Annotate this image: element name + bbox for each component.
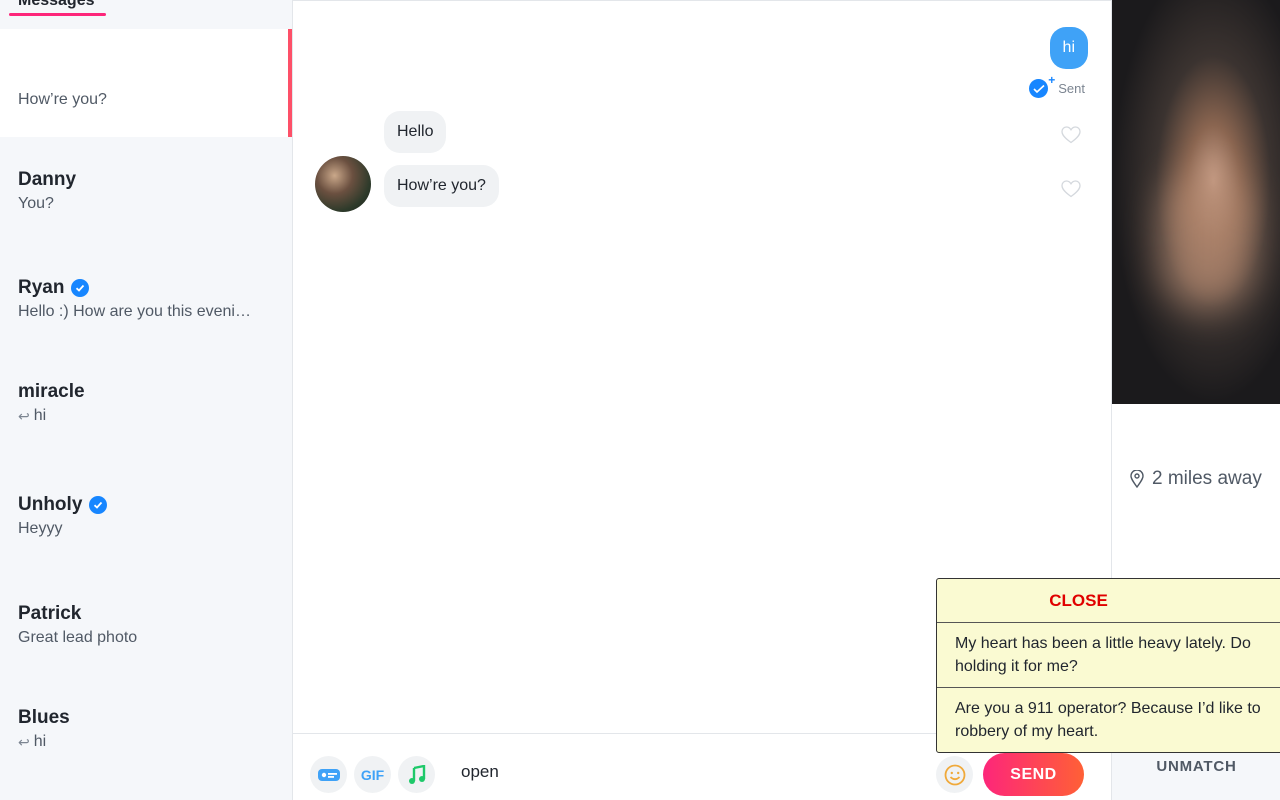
conversation-preview: Heyyy [18, 520, 63, 537]
conversation-name: Danny [18, 169, 77, 190]
message-input[interactable] [461, 762, 921, 782]
distance-text: 2 miles away [1152, 468, 1262, 489]
popup-close-button[interactable]: CLOSE [937, 579, 1280, 623]
conversation-preview: Great lead photo [18, 629, 138, 646]
suggestion-line: holding it for me? [955, 658, 1078, 675]
conversation-name: Blues [18, 707, 70, 728]
like-heart-icon[interactable] [1061, 126, 1081, 144]
match-list-sidebar: Messages How’re you? Danny You? Ryan Hel… [0, 0, 293, 800]
message-bubble-sent: hi [1049, 27, 1088, 69]
suggestions-popup: CLOSE My heart has been a little heavy l… [936, 578, 1280, 753]
conversation-item-unholy[interactable]: Unholy Heyyy [0, 494, 292, 538]
photo-subject [1162, 170, 1252, 310]
message-bubble-received: How’re you? [384, 165, 499, 207]
conversation-preview: ↩ hi [18, 407, 47, 424]
send-button[interactable]: SEND [983, 753, 1084, 796]
sent-check-icon: + [1029, 73, 1055, 98]
profile-distance: 2 miles away [1130, 468, 1262, 490]
conversation-name: Patrick [18, 603, 82, 624]
bitmoji-button[interactable] [310, 756, 347, 793]
location-pin-icon [1130, 470, 1144, 488]
conversation-item-ryan[interactable]: Ryan Hello :) How are you this eveni… [0, 277, 292, 321]
conversation-item-patrick[interactable]: Patrick Great lead photo [0, 603, 292, 647]
music-note-icon [408, 764, 425, 784]
verified-badge-icon [89, 496, 108, 514]
verified-badge-icon [71, 279, 90, 297]
sent-label: Sent [1058, 81, 1085, 96]
conversation-name: Ryan [18, 277, 292, 299]
tab-messages[interactable]: Messages [18, 0, 95, 10]
conversation-item-blues[interactable]: Blues ↩ hi [0, 707, 292, 751]
conversation-preview: ↩ hi [18, 733, 47, 750]
suggestion-line: Are you a 911 operator? Because I’d like… [955, 700, 1261, 717]
reply-arrow-icon: ↩ [18, 407, 30, 424]
suggestion-line: robbery of my heart. [955, 723, 1099, 740]
conversation-preview: How’re you? [18, 91, 107, 108]
conversation-preview: Hello :) How are you this eveni… [18, 303, 251, 320]
suggestion-item[interactable]: My heart has been a little heavy lately.… [937, 623, 1280, 688]
gif-button[interactable]: GIF [354, 756, 391, 793]
conversation-item-active[interactable]: How’re you? [0, 29, 292, 137]
emoji-button[interactable] [936, 756, 973, 793]
message-bubble-received: Hello [384, 111, 447, 153]
match-avatar[interactable] [315, 156, 371, 212]
reply-arrow-icon: ↩ [18, 733, 30, 750]
sent-status: + Sent [1029, 73, 1085, 98]
conversation-preview: You? [18, 195, 54, 212]
profile-photo[interactable] [1112, 0, 1280, 404]
tab-active-underline [9, 13, 106, 16]
conversation-name: Unholy [18, 494, 292, 516]
conversation-name: miracle [18, 381, 85, 402]
suggestion-line: My heart has been a little heavy lately.… [955, 635, 1251, 652]
suggestion-item[interactable]: Are you a 911 operator? Because I’d like… [937, 688, 1280, 752]
card-icon [317, 768, 340, 781]
music-button[interactable] [398, 756, 435, 793]
like-heart-icon[interactable] [1061, 180, 1081, 198]
conversation-item-miracle[interactable]: miracle ↩ hi [0, 381, 292, 425]
smiley-icon [944, 764, 965, 785]
conversation-item-danny[interactable]: Danny You? [0, 169, 292, 213]
